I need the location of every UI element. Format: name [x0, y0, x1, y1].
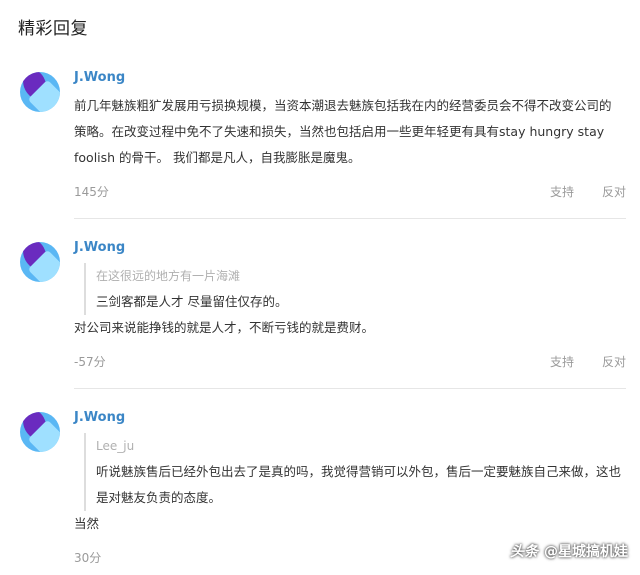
quoted-text: 三剑客都是人才 尽量留住仅存的。 [96, 294, 288, 309]
username[interactable]: J.Wong [74, 240, 125, 255]
watermark-account: @星城搞机娃 [544, 544, 628, 560]
quoted-reply: Lee_ju 听说魅族售后已经外包出去了是真的吗，我觉得营销可以外包，售后一定要… [84, 433, 622, 511]
watermark-brand: 头条 [510, 544, 538, 560]
quoted-reply: 在这很远的地方有一片海滩 三剑客都是人才 尽量留住仅存的。 [84, 263, 622, 315]
oppose-button[interactable]: 反对 [602, 183, 626, 200]
score: 30分 [74, 551, 102, 565]
username[interactable]: J.Wong [74, 70, 125, 85]
comment-text: 对公司来说能挣钱的就是人才，不断亏钱的就是费财。 [74, 320, 375, 335]
quoted-username[interactable]: 在这很远的地方有一片海滩 [96, 263, 622, 289]
quoted-username[interactable]: Lee_ju [96, 433, 622, 459]
comment-meta: -57分 支持 反对 [74, 353, 626, 371]
quoted-text: 听说魅族售后已经外包出去了是真的吗，我觉得营销可以外包，售后一定要魅族自己来做，… [96, 464, 622, 505]
avatar[interactable] [20, 412, 60, 452]
divider [74, 218, 626, 219]
avatar[interactable] [20, 242, 60, 282]
watermark: 头条 @星城搞机娃 [510, 541, 628, 561]
support-button[interactable]: 支持 [550, 353, 574, 370]
comment-text: 当然 [74, 516, 100, 531]
section-title: 精彩回复 [18, 19, 88, 39]
support-button[interactable]: 支持 [550, 183, 574, 200]
divider [74, 388, 626, 389]
avatar[interactable] [20, 72, 60, 112]
username[interactable]: J.Wong [74, 410, 125, 425]
comment-meta: 145分 支持 反对 [74, 183, 626, 201]
comment-text: 前几年魅族粗犷发展用亏损换规模，当资本潮退去魅族包括我在内的经营委员会不得不改变… [74, 98, 612, 165]
score: -57分 [74, 355, 106, 369]
oppose-button[interactable]: 反对 [602, 353, 626, 370]
score: 145分 [74, 185, 109, 199]
